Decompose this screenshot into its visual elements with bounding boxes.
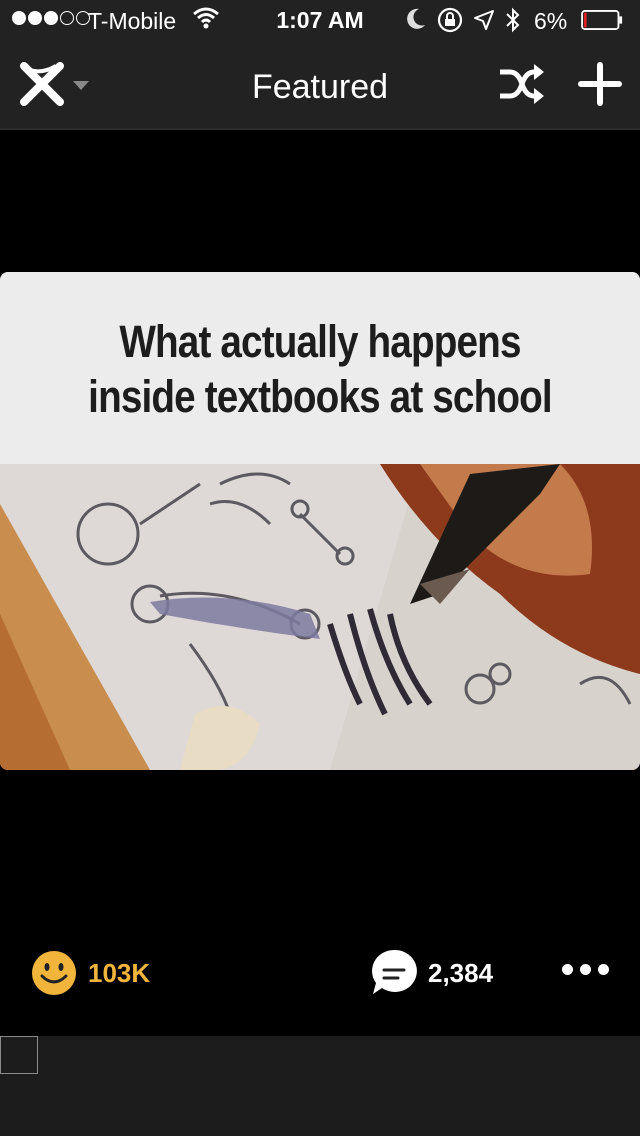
navigation-bar: Featured	[0, 40, 640, 130]
post-caption-line: What actually happens	[119, 316, 521, 367]
bluetooth-icon	[506, 7, 520, 33]
moon-icon	[407, 8, 425, 29]
more-dot	[598, 964, 609, 975]
comment-icon[interactable]	[370, 948, 418, 996]
post-caption-line: inside textbooks at school	[88, 371, 553, 422]
battery-icon	[581, 10, 623, 30]
more-dot	[580, 964, 591, 975]
bottom-strip	[0, 1036, 640, 1136]
status-bar: T-Mobile 1:07 AM 6%	[0, 0, 640, 40]
post-action-bar: 103K 2,384	[0, 940, 640, 1006]
location-icon	[474, 10, 494, 30]
empty-square	[0, 1036, 38, 1074]
post-caption: What actually happens inside textbooks a…	[45, 314, 595, 424]
rotation-lock-icon	[437, 7, 463, 33]
smiley-icon[interactable]	[31, 950, 77, 996]
comment-count[interactable]: 2,384	[428, 958, 493, 989]
battery-percentage: 6%	[534, 8, 568, 34]
more-dot	[562, 964, 573, 975]
post-photo	[0, 464, 640, 770]
upvote-count[interactable]: 103K	[88, 958, 150, 989]
post-image[interactable]: What actually happens inside textbooks a…	[0, 272, 640, 770]
post-caption-area: What actually happens inside textbooks a…	[0, 272, 640, 464]
shuffle-icon[interactable]	[496, 62, 546, 106]
more-icon[interactable]	[562, 964, 609, 975]
plus-icon[interactable]	[578, 62, 622, 106]
